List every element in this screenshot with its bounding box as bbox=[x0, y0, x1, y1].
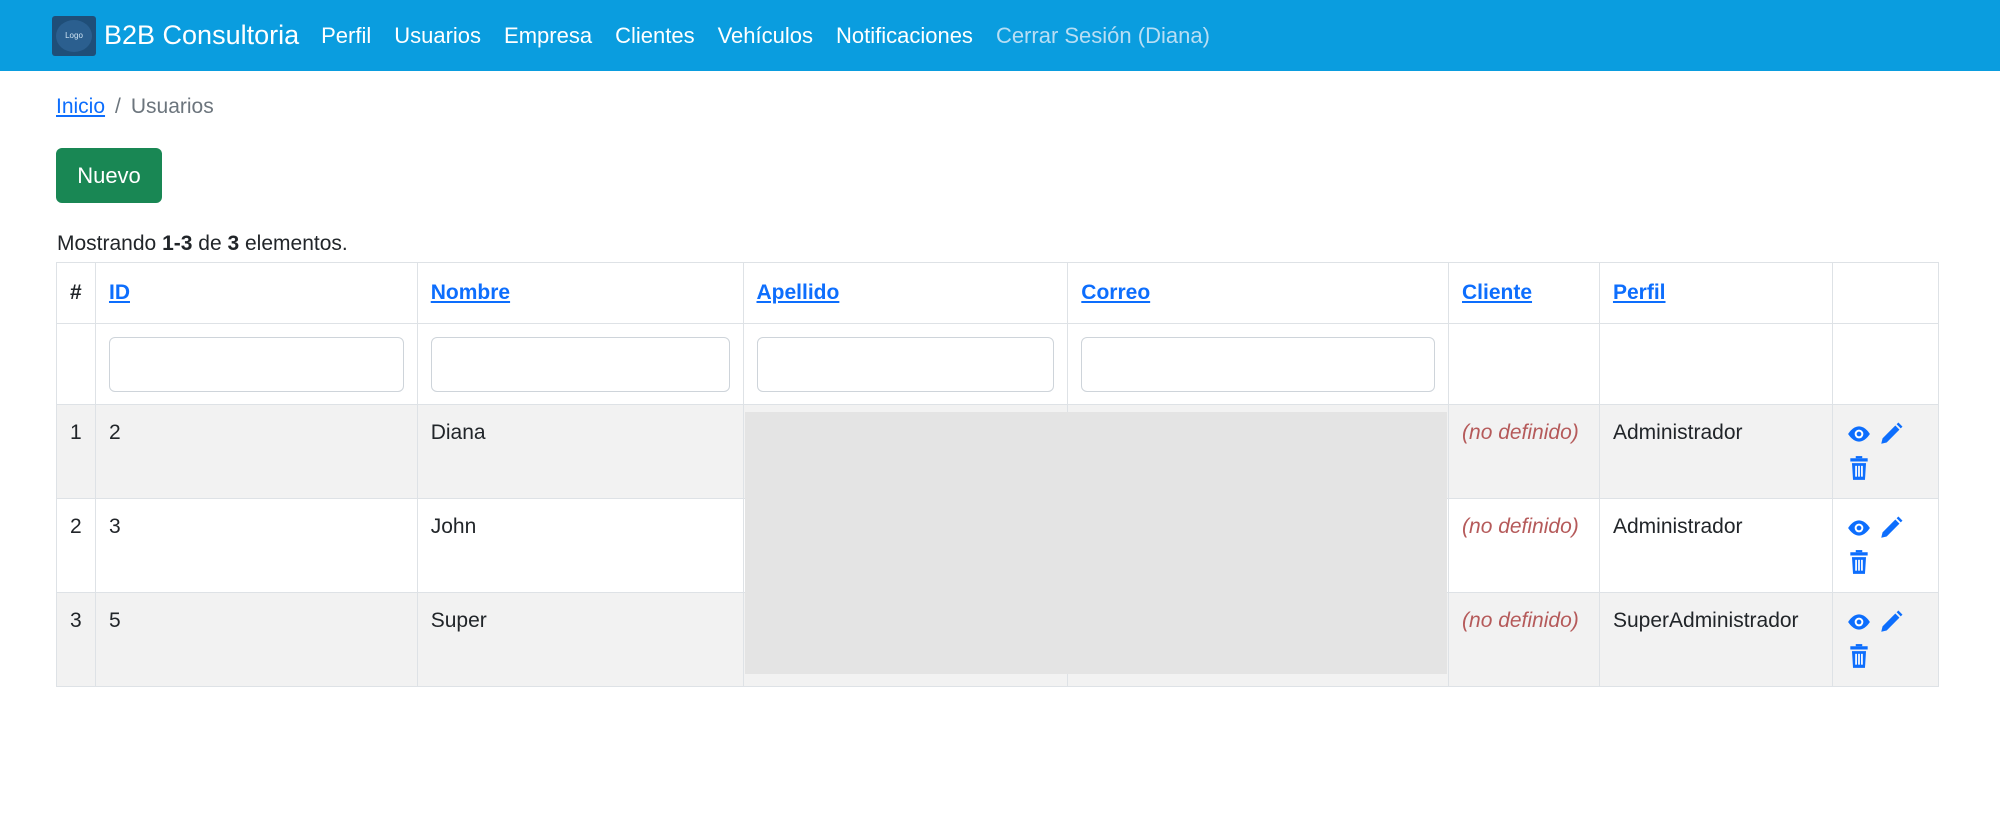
row-number: 2 bbox=[56, 498, 96, 593]
header-nombre: Nombre bbox=[416, 262, 744, 324]
filter-id-input[interactable] bbox=[108, 336, 404, 392]
table-header-row: # ID Nombre Apellido Correo Cliente Perf… bbox=[56, 262, 1940, 324]
pencil-icon[interactable] bbox=[1878, 421, 1904, 447]
nav-empresa[interactable]: Empresa bbox=[504, 23, 592, 49]
redacted-area bbox=[745, 412, 1447, 674]
row-nombre: John bbox=[416, 498, 744, 593]
row-perfil: Administrador bbox=[1598, 404, 1833, 499]
sort-perfil-link[interactable]: Perfil bbox=[1613, 281, 1666, 304]
header-cliente: Cliente bbox=[1448, 262, 1600, 324]
row-cliente: (no definido) bbox=[1462, 609, 1579, 632]
row-actions bbox=[1846, 609, 1916, 669]
logout-link[interactable]: Cerrar Sesión (Diana) bbox=[996, 23, 1210, 49]
header-id: ID bbox=[94, 262, 418, 324]
row-nombre: Super bbox=[416, 592, 744, 687]
sort-id-link[interactable]: ID bbox=[109, 281, 130, 304]
filter-apellido-input[interactable] bbox=[756, 336, 1055, 392]
row-id: 5 bbox=[94, 592, 418, 687]
header-apellido: Apellido bbox=[742, 262, 1069, 324]
logo: Logo bbox=[52, 15, 96, 56]
eye-icon[interactable] bbox=[1846, 609, 1872, 635]
sort-correo-link[interactable]: Correo bbox=[1081, 281, 1150, 304]
breadcrumb-home-link[interactable]: Inicio bbox=[56, 95, 105, 118]
top-navbar: Logo B2B Consultoria Perfil Usuarios Emp… bbox=[0, 0, 2000, 71]
breadcrumb: Inicio / Usuarios bbox=[56, 95, 214, 119]
summary-prefix: Mostrando bbox=[57, 232, 157, 255]
summary-middle: de bbox=[198, 232, 222, 255]
pencil-icon[interactable] bbox=[1878, 515, 1904, 541]
row-perfil: SuperAdministrador bbox=[1598, 592, 1833, 687]
results-summary: Mostrando 1-3 de 3 elementos. bbox=[57, 232, 348, 256]
breadcrumb-current: Usuarios bbox=[130, 95, 214, 118]
summary-suffix: elementos. bbox=[245, 232, 348, 255]
nav-notificaciones[interactable]: Notificaciones bbox=[836, 23, 973, 49]
breadcrumb-separator: / bbox=[115, 95, 121, 118]
trash-icon[interactable] bbox=[1846, 455, 1872, 481]
logo-text: Logo bbox=[65, 31, 83, 40]
header-perfil: Perfil bbox=[1598, 262, 1833, 324]
trash-icon[interactable] bbox=[1846, 549, 1872, 575]
row-nombre: Diana bbox=[416, 404, 744, 499]
row-perfil: Administrador bbox=[1598, 498, 1833, 593]
pencil-icon[interactable] bbox=[1878, 609, 1904, 635]
nav-usuarios[interactable]: Usuarios bbox=[394, 23, 481, 49]
filter-nombre-input[interactable] bbox=[430, 336, 730, 392]
row-id: 2 bbox=[94, 404, 418, 499]
header-correo: Correo bbox=[1067, 262, 1450, 324]
sort-nombre-link[interactable]: Nombre bbox=[431, 281, 510, 304]
row-actions bbox=[1846, 421, 1916, 481]
eye-icon[interactable] bbox=[1846, 515, 1872, 541]
brand-name[interactable]: B2B Consultoria bbox=[104, 20, 299, 51]
header-actions bbox=[1831, 262, 1940, 324]
sort-apellido-link[interactable]: Apellido bbox=[757, 281, 840, 304]
eye-icon[interactable] bbox=[1846, 421, 1872, 447]
filter-row bbox=[56, 323, 1940, 405]
trash-icon[interactable] bbox=[1846, 643, 1872, 669]
nav-clientes[interactable]: Clientes bbox=[615, 23, 694, 49]
brand[interactable]: Logo B2B Consultoria bbox=[52, 15, 299, 56]
nav-vehiculos[interactable]: Vehículos bbox=[718, 23, 813, 49]
row-id: 3 bbox=[94, 498, 418, 593]
row-cliente: (no definido) bbox=[1462, 515, 1579, 538]
summary-range: 1-3 bbox=[162, 232, 193, 255]
header-number: # bbox=[56, 262, 96, 324]
summary-total: 3 bbox=[227, 232, 240, 255]
row-number: 3 bbox=[56, 592, 96, 687]
row-cliente: (no definido) bbox=[1462, 421, 1579, 444]
row-actions bbox=[1846, 515, 1916, 575]
filter-correo-input[interactable] bbox=[1081, 336, 1436, 392]
nav-perfil[interactable]: Perfil bbox=[321, 23, 371, 49]
sort-cliente-link[interactable]: Cliente bbox=[1462, 281, 1532, 304]
new-user-button[interactable]: Nuevo bbox=[56, 148, 162, 203]
row-number: 1 bbox=[56, 404, 96, 499]
